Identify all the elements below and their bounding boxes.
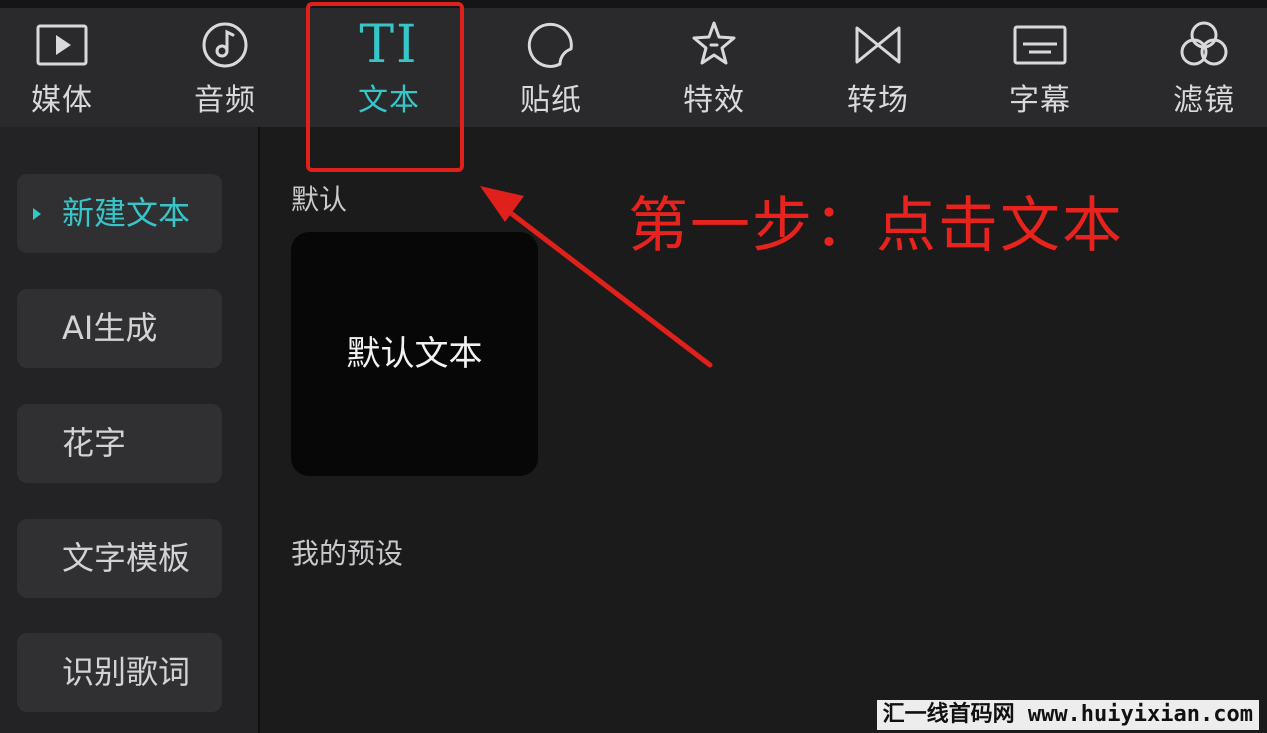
media-icon xyxy=(2,18,122,72)
effects-icon xyxy=(654,18,774,72)
default-section-title: 默认 xyxy=(291,183,348,216)
sidebar-item-ai-generate[interactable]: AI生成 xyxy=(17,289,222,368)
top-toolbar: 媒体 音频 TI 文本 贴纸 特效 转场 字幕 滤镜 xyxy=(0,0,1267,127)
tab-transition[interactable]: 转场 xyxy=(818,18,938,122)
caret-right-icon xyxy=(33,208,41,220)
default-text-preset-label: 默认文本 xyxy=(346,334,483,374)
sidebar-item-label: AI生成 xyxy=(62,309,158,347)
sidebar-item-label: 识别歌词 xyxy=(62,653,191,691)
sticker-icon xyxy=(491,18,611,72)
tab-filter-label: 滤镜 xyxy=(1173,83,1235,118)
tab-subtitle-label: 字幕 xyxy=(1009,83,1071,118)
sidebar-divider xyxy=(258,127,260,733)
audio-icon xyxy=(165,18,285,72)
tab-audio-label: 音频 xyxy=(194,83,256,118)
sidebar-item-text-template[interactable]: 文字模板 xyxy=(17,519,222,598)
tab-sticker-label: 贴纸 xyxy=(520,83,582,118)
tab-media-label: 媒体 xyxy=(31,83,93,118)
tab-audio[interactable]: 音频 xyxy=(165,18,285,122)
sidebar-item-label: 文字模板 xyxy=(62,539,191,577)
subtitle-icon xyxy=(980,18,1100,72)
my-presets-section-title: 我的预设 xyxy=(291,537,404,570)
tab-filter[interactable]: 滤镜 xyxy=(1144,18,1264,122)
tab-subtitle[interactable]: 字幕 xyxy=(980,18,1100,122)
sidebar-item-recognize-lyrics[interactable]: 识别歌词 xyxy=(17,633,222,712)
tab-effects-label: 特效 xyxy=(683,83,745,118)
filter-icon xyxy=(1144,18,1264,72)
highlight-box xyxy=(306,2,464,172)
annotation-text: 第一步：点击文本 xyxy=(628,191,1124,261)
default-text-preset-card[interactable]: 默认文本 xyxy=(291,232,538,476)
sidebar-item-new-text[interactable]: 新建文本 xyxy=(17,174,222,253)
tab-sticker[interactable]: 贴纸 xyxy=(491,18,611,122)
tab-effects[interactable]: 特效 xyxy=(654,18,774,122)
sidebar-item-fancy-text[interactable]: 花字 xyxy=(17,404,222,483)
tab-media[interactable]: 媒体 xyxy=(2,18,122,122)
sidebar-item-label: 花字 xyxy=(62,424,127,462)
toolbar-top-edge xyxy=(0,0,1267,8)
text-panel-window: 媒体 音频 TI 文本 贴纸 特效 转场 字幕 滤镜 新建文本 AI生成 花字 … xyxy=(0,0,1267,733)
transition-icon xyxy=(818,18,938,72)
tab-transition-label: 转场 xyxy=(847,83,909,118)
sidebar-item-label: 新建文本 xyxy=(62,194,191,232)
watermark: 汇一线首码网 www.huiyixian.com xyxy=(876,700,1259,730)
